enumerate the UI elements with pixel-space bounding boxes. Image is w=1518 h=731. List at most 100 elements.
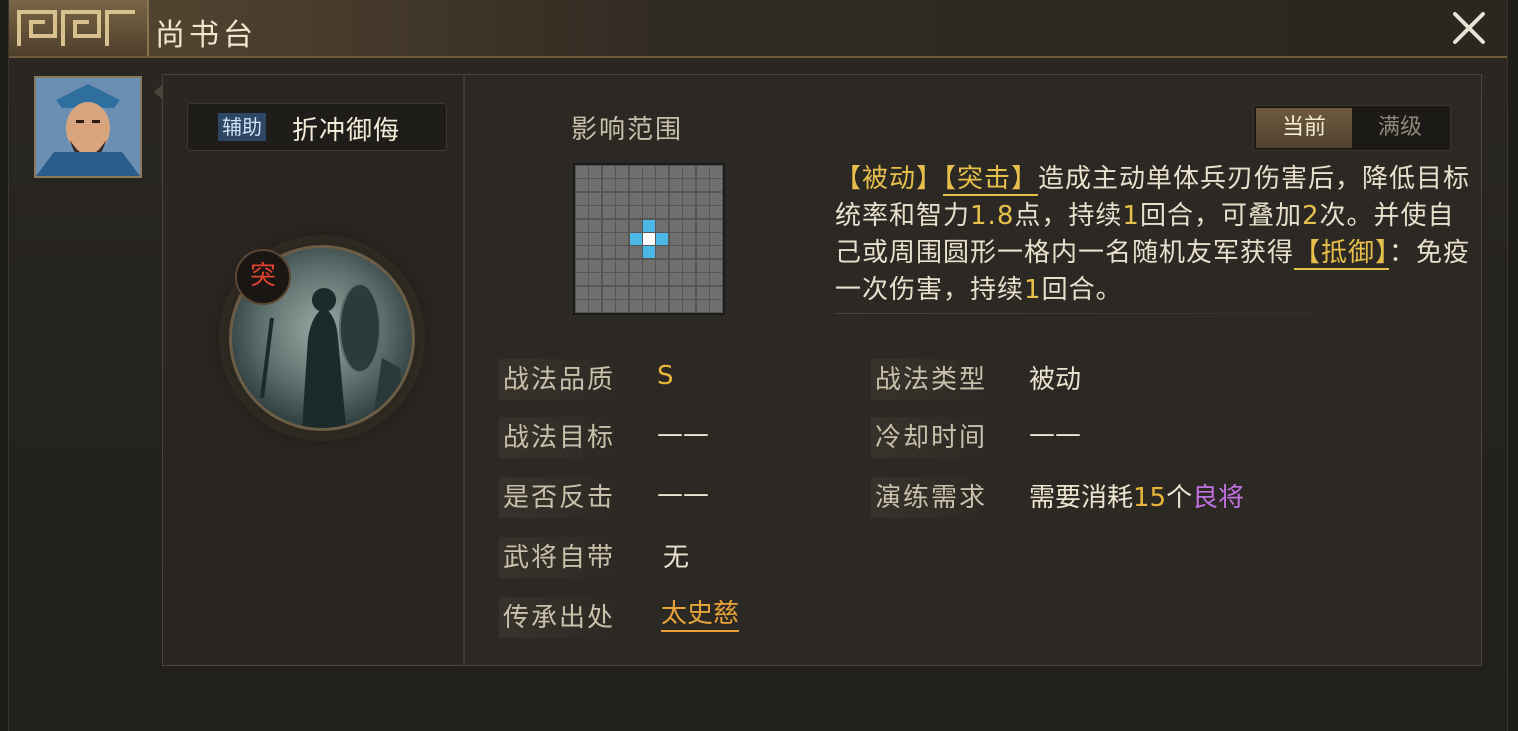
grid-cell [629,179,642,192]
grid-cell [576,273,588,286]
grid-cell [643,273,655,286]
training-unit: 个 [1166,483,1193,513]
training-item: 良将 [1192,483,1245,513]
grid-cell [576,192,588,205]
grid-cell [576,179,588,192]
grid-cell [616,246,629,259]
grid-cell [602,192,615,205]
grid-cell [683,300,696,312]
grid-cell [616,219,629,232]
resist-keyword[interactable]: 【抵御】 [1294,238,1390,270]
grid-cell [710,273,722,286]
grid-cell [710,179,722,192]
grid-cell [589,233,602,245]
grid-cell [616,233,629,245]
grid-cell [710,233,722,245]
grid-cell [696,273,709,286]
skill-type-label: 战法类型 [871,359,992,400]
grid-cell [656,219,669,232]
grid-cell [696,192,709,205]
grid-cell [576,300,588,312]
window-title: 尚书台 [155,18,257,53]
grid-cell [616,273,629,286]
passive-tag: 【被动】 [835,164,944,194]
grid-cell [643,166,655,178]
grid-cell [669,273,682,286]
grid-cell [589,246,602,259]
grid-cell [683,179,696,192]
grid-cell [710,206,722,219]
desc-number-1: 1.8 [970,201,1015,231]
grid-cell [683,206,696,219]
skill-description: 【被动】【突击】造成主动单体兵刃伤害后，降低目标统率和智力1.8点，持续1回合，… [835,161,1475,309]
quality-value: S [657,361,674,391]
grid-cell [643,179,655,192]
grid-cell [576,166,588,178]
counter-label: 是否反击 [499,477,620,518]
grid-cell [656,300,669,312]
grid-cell [710,192,722,205]
assault-glyph-badge: 突 [235,249,291,305]
own-skill-label: 武将自带 [499,537,620,578]
grid-cell [589,206,602,219]
desc-text-6: 回合。 [1041,275,1123,305]
toggle-max-level-button[interactable]: 满级 [1352,108,1448,148]
grid-cell [629,192,642,205]
grid-cell [602,300,615,312]
grid-cell [602,179,615,192]
cooldown-label: 冷却时间 [871,417,992,458]
skill-type-value: 被动 [1029,365,1082,395]
grid-cell-affected [629,233,642,245]
level-toggle: 当前 满级 [1253,105,1451,151]
grid-cell [616,166,629,178]
desc-number-4: 1 [1024,275,1042,305]
grid-cell [656,192,669,205]
grid-cell [683,273,696,286]
grid-cell [589,179,602,192]
grid-cell [629,259,642,272]
grid-cell [616,259,629,272]
skill-detail-panel: 辅助 折冲御侮 突 影响范围 当前 满级 【被动】【突击】造成主动单体兵刃伤害后… [162,74,1482,666]
grid-cell [629,286,642,299]
grid-cell [602,273,615,286]
skill-window: 尚书台 辅助 折冲御侮 突 影响范围 当前 满级 【被动】【突击】造成主动单体兵… [8,0,1508,731]
toggle-current-button[interactable]: 当前 [1256,108,1352,148]
inherit-source-link[interactable]: 太史慈 [661,593,740,632]
training-label: 演练需求 [871,477,992,518]
grid-cell [602,286,615,299]
grid-cell [616,206,629,219]
general-avatar[interactable] [34,76,142,178]
skill-type-badge: 辅助 [218,113,266,141]
grid-cell [669,246,682,259]
grid-cell [683,246,696,259]
grid-cell [656,166,669,178]
grid-cell [629,166,642,178]
close-button[interactable] [1451,10,1487,46]
grid-cell [696,259,709,272]
grid-cell [629,273,642,286]
own-skill-value: 无 [663,543,690,573]
training-requirement: 需要消耗15个良将 [1029,477,1244,514]
grid-cell [710,219,722,232]
fret-ornament-icon [17,10,135,46]
grid-cell [576,219,588,232]
grid-cell [669,192,682,205]
grid-cell [589,166,602,178]
grid-cell [616,300,629,312]
assault-keyword[interactable]: 【突击】 [943,164,1039,196]
grid-cell [683,166,696,178]
close-icon[interactable] [1451,10,1487,46]
target-value: —— [657,419,709,449]
grid-cell [710,286,722,299]
grid-cell [629,206,642,219]
grid-cell [669,206,682,219]
target-label: 战法目标 [499,417,620,458]
grid-cell [602,206,615,219]
grid-cell [616,179,629,192]
grid-cell-affected [656,233,669,245]
range-label: 影响范围 [571,115,684,145]
grid-cell [669,286,682,299]
grid-cell [696,219,709,232]
grid-cell [643,300,655,312]
title-bar: 尚书台 [9,0,1507,58]
